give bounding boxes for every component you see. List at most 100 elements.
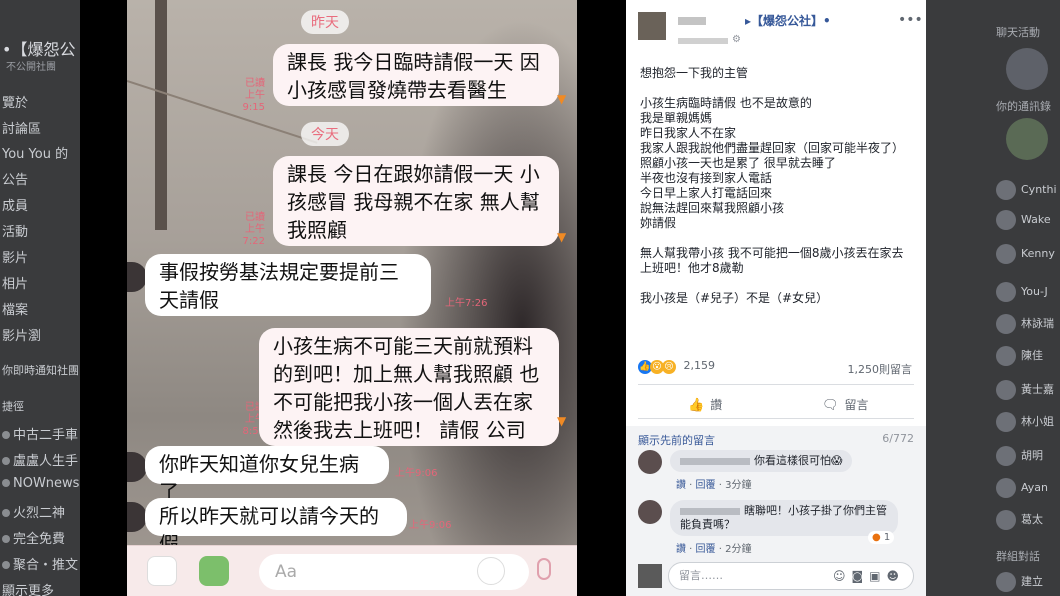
carrot-icon: ▼ [557, 230, 567, 244]
avatar [996, 510, 1016, 530]
post-body: 想抱怨一下我的主管 小孩生病臨時請假 也不是故意的 我是單親媽媽 昨日我家人不在… [640, 66, 905, 305]
friend-item[interactable]: 陳佳 [996, 346, 1043, 366]
sticker-icon[interactable]: ☻ [886, 569, 905, 583]
friend-item[interactable]: 葛太 [996, 510, 1043, 530]
nav-item[interactable]: 影片瀏 [2, 325, 41, 344]
sent-message[interactable]: 課長 今日在跟妳請假一天 小孩感冒 我母親不在家 無人幫我照顧 [273, 156, 559, 246]
view-previous-comments[interactable]: 顯示先前的留言 [638, 432, 715, 448]
nav-item[interactable]: 覽於 [2, 92, 28, 111]
commenter-name-blurred[interactable] [680, 507, 740, 515]
shortcut-item[interactable]: 中古二手車 [2, 424, 78, 443]
message-meta: 已讀 上午9:15 [242, 78, 265, 113]
group-subtitle: 不公開社團 [6, 62, 56, 73]
friend-item[interactable]: 林小姐 [996, 412, 1054, 432]
sender-avatar [127, 262, 147, 292]
create-group-link[interactable]: 建立 [996, 572, 1043, 592]
thumbs-up-icon: 👍 [688, 398, 705, 413]
sidebar-section-title: 群組對話 [996, 550, 1040, 563]
microphone-icon[interactable] [537, 558, 551, 580]
comment: 你看這樣很可怕😱 [670, 450, 853, 472]
shortcut-item[interactable]: 聚合・推文 [2, 554, 78, 573]
show-more-link[interactable]: 顯示更多 [2, 580, 54, 596]
friend-item[interactable]: Wake [996, 210, 1051, 230]
received-message[interactable]: 事假按勞基法規定要提前三天請假 [145, 254, 431, 316]
received-message[interactable]: 你昨天知道你女兒生病了 [145, 446, 389, 504]
avatar [996, 180, 1016, 200]
sticker-bunny-icon[interactable] [147, 556, 177, 586]
comment-reply-link[interactable]: 回覆 [696, 544, 716, 555]
friend-item[interactable]: Kenny [996, 244, 1055, 264]
divider [638, 418, 914, 419]
nav-item[interactable]: 活動 [2, 221, 28, 240]
friend-item[interactable]: Ayan [996, 478, 1048, 498]
comment-count[interactable]: 1,250則留言 [848, 361, 913, 377]
nav-item[interactable]: 成員 [2, 195, 28, 214]
chat-screenshot: 昨天 已讀 上午9:15 課長 我今日臨時請假一天 因小孩感冒發燒帶去看醫生 ▼ … [127, 0, 577, 596]
shortcut-item[interactable]: NOWnews [2, 476, 79, 491]
carrot-icon: ▼ [557, 414, 567, 428]
commenter-avatar[interactable] [638, 450, 662, 474]
comment-reaction[interactable]: ● 1 [868, 531, 895, 544]
nav-item[interactable]: 檔案 [2, 299, 28, 318]
shortcut-icon [2, 457, 10, 465]
gif-icon[interactable]: ▣ [869, 569, 886, 583]
emoji-icon[interactable] [477, 557, 505, 585]
group-title[interactable]: •【爆怨公 [2, 36, 75, 60]
shortcut-item[interactable]: 火烈二神 [2, 502, 65, 521]
comment-time: 2分鐘 [725, 544, 752, 555]
avatar [996, 244, 1016, 264]
shortcut-item[interactable]: 盧盧人生手 [2, 450, 78, 469]
avatar [996, 478, 1016, 498]
group-link[interactable]: ▸【爆怨公社】• [745, 12, 831, 29]
nav-item[interactable]: 公告 [2, 169, 28, 188]
author-name-blurred[interactable] [678, 17, 706, 25]
avatar [996, 446, 1016, 466]
sidebar-section-title: 你的通訊錄 [996, 100, 1051, 113]
comment-button[interactable]: 🗨 留言 [822, 396, 869, 413]
commenter-avatar[interactable] [638, 500, 662, 524]
avatar[interactable] [1006, 118, 1048, 160]
received-message[interactable]: 所以昨天就可以請今天的假 [145, 498, 407, 556]
sent-message[interactable]: 小孩生病不可能三天前就預料的到吧！加上無人幫我照顧 也不可能把我小孩一個人丟在家… [259, 328, 559, 470]
shortcut-icon [2, 535, 10, 543]
friend-item[interactable]: You-J [996, 282, 1048, 302]
shortcut-icon [2, 509, 10, 517]
comment-like-link[interactable]: 讚 [676, 480, 686, 491]
plus-icon [996, 572, 1016, 592]
nav-item[interactable]: 相片 [2, 273, 28, 292]
avatar [996, 210, 1016, 230]
image-icon[interactable] [199, 556, 229, 586]
poster-avatar[interactable] [638, 12, 666, 40]
nav-item[interactable]: 討論區 [2, 118, 41, 137]
shortcut-icon [2, 479, 10, 487]
avatar[interactable] [1006, 48, 1048, 90]
carrot-icon: ▼ [557, 92, 567, 106]
nav-section: 捷徑 [2, 400, 24, 413]
date-separator: 今天 [301, 122, 349, 146]
avatar [996, 380, 1016, 400]
sent-message[interactable]: 課長 我今日臨時請假一天 因小孩感冒發燒帶去看醫生 [273, 44, 559, 106]
friend-item[interactable]: 黃士嘉 [996, 380, 1054, 400]
camera-icon[interactable]: ◙ [851, 569, 869, 583]
commenter-name-blurred[interactable] [680, 457, 750, 465]
comment-icon: 🗨 [822, 398, 839, 413]
friend-item[interactable]: 林詠瑞 [996, 314, 1054, 334]
friend-item[interactable]: Cynthi [996, 180, 1057, 200]
reaction-summary[interactable]: 👍 😮 😢 2,159 [638, 359, 715, 374]
comment-like-link[interactable]: 讚 [676, 544, 686, 555]
like-button[interactable]: 👍 讚 [688, 396, 722, 413]
friend-item[interactable]: 胡明 [996, 446, 1043, 466]
nav-item[interactable]: 影片 [2, 247, 28, 266]
nav-item[interactable]: You You 的 [2, 143, 68, 162]
comments-section: 顯示先前的留言 6/772 你看這樣很可怕😱 讚 · 回覆 · 3分鐘 瞎聯吧！… [626, 426, 926, 596]
background-right-sidebar: 聊天活動 你的通訊錄 Cynthi Wake Kenny You-J 林詠瑞 陳… [926, 0, 1060, 596]
more-options-icon[interactable]: ••• [898, 12, 923, 28]
shortcut-icon [2, 561, 10, 569]
comment-input[interactable]: 留言…… ☺◙▣☻ [668, 562, 914, 590]
comment: 瞎聯吧！小孩子掛了你們主管能負責嗎？ [670, 500, 898, 536]
reaction-count: 2,159 [683, 359, 716, 372]
comment-reply-link[interactable]: 回覆 [696, 480, 716, 491]
privacy-icon: ⚙ [732, 34, 741, 45]
shortcut-item[interactable]: 完全免費 [2, 528, 65, 547]
emoji-icon[interactable]: ☺ [833, 569, 852, 583]
